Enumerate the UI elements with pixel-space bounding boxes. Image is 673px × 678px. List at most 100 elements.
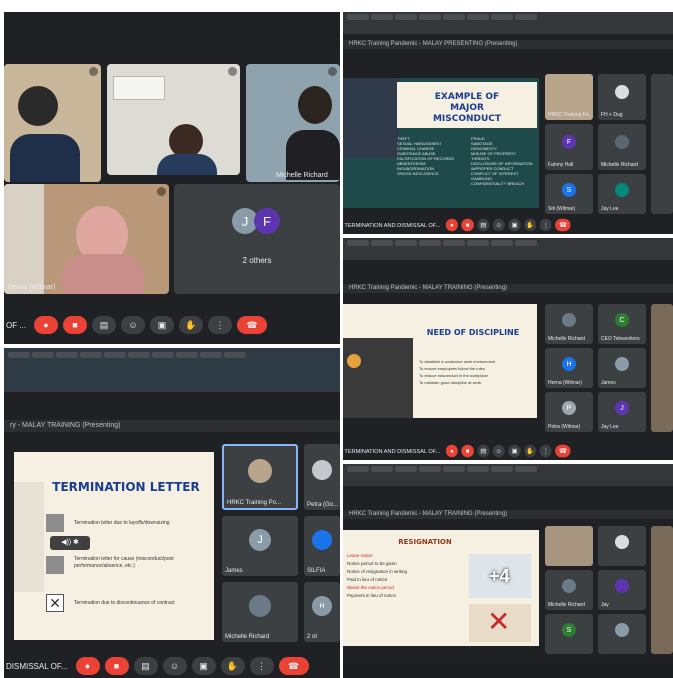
camera-button[interactable]: ■: [63, 316, 87, 334]
participant-tile[interactable]: [598, 614, 646, 654]
mic-off-icon: [228, 67, 237, 76]
right-bullets: FRAUD SABOTAGE DISHONESTY MISUSE OF PROP…: [471, 136, 535, 186]
mic-button[interactable]: ●: [445, 218, 458, 232]
participant-tile[interactable]: F Fahmy Hall: [545, 124, 593, 170]
captions-button[interactable]: ▤: [92, 316, 116, 334]
participant-photo: [169, 124, 203, 158]
slide-title-box: EXAMPLE OF MAJOR MISCONDUCT: [397, 82, 537, 128]
document-icon: [46, 514, 64, 532]
call-controls: TERMINATION AND DISMISSAL OF... ● ■ ▤ ☺ …: [343, 444, 574, 458]
more-options-button[interactable]: ⋮: [208, 316, 232, 334]
present-button[interactable]: ▣: [150, 316, 174, 334]
avatar-f: F: [254, 208, 280, 234]
mic-button[interactable]: ●: [75, 657, 100, 675]
participant-tile[interactable]: Jay: [598, 570, 646, 610]
termination-panel: ry - MALAY TRAINING (Presenting) TERMINA…: [4, 348, 340, 678]
resignation-panel: HRKC Training Pandemic - MALAY TRAINING …: [343, 464, 673, 678]
call-controls: DISMISSAL OF... ● ■ ▤ ☺ ▣ ✋ ⋮ ☎: [4, 656, 340, 676]
emoji-button[interactable]: ☺: [162, 657, 187, 675]
others-tile[interactable]: J F 2 others: [174, 184, 340, 294]
participant-tile[interactable]: Jay Lee: [598, 174, 646, 214]
participant-tile-partial[interactable]: [651, 74, 673, 214]
participant-tile[interactable]: Michelle Richard: [598, 124, 646, 170]
tile-name: HRKC Training Fo...: [548, 112, 593, 118]
participant-tile[interactable]: S Siti (Wilmar): [545, 174, 593, 214]
participant-tile[interactable]: [545, 526, 593, 566]
participant-body: [10, 134, 80, 182]
end-call-button[interactable]: ☎: [555, 444, 571, 458]
volume-overlay-icon[interactable]: ◀)) ✱: [50, 536, 90, 550]
avatar: [249, 595, 271, 617]
more-options-button[interactable]: ⋮: [249, 657, 274, 675]
participant-tile[interactable]: FH + Dug: [598, 74, 646, 120]
air-conditioner: [113, 76, 165, 100]
present-button[interactable]: ▣: [191, 657, 216, 675]
participant-tile[interactable]: HRKC Training Fo...: [545, 74, 593, 120]
present-button[interactable]: ▣: [508, 444, 521, 458]
raise-hand-button[interactable]: ✋: [524, 444, 537, 458]
meeting-name: DISMISSAL OF...: [6, 661, 68, 671]
bullet: Notice of resignation in writing: [347, 569, 408, 574]
raise-hand-button[interactable]: ✋: [220, 657, 245, 675]
slide-bullets: Leave notice Notice period to be given N…: [347, 552, 467, 600]
video-tile-herna[interactable]: Herna (Wilmar): [4, 184, 169, 294]
video-tile-man[interactable]: [107, 64, 240, 175]
participant-tile[interactable]: C CEO Teleworkers: [598, 304, 646, 344]
more-options-button[interactable]: ⋮: [539, 218, 552, 232]
captions-button[interactable]: ▤: [477, 218, 490, 232]
camera-button[interactable]: ■: [461, 218, 474, 232]
tile-name: Jay: [601, 602, 609, 608]
meeting-name: TERMINATION AND DISMISSAL OF...: [344, 447, 441, 455]
participant-tile[interactable]: H Herna (Wilmar): [545, 348, 593, 388]
mic-button[interactable]: ●: [34, 316, 58, 334]
participant-tile[interactable]: James: [598, 348, 646, 388]
end-call-button[interactable]: ☎: [278, 657, 309, 675]
video-tile-michelle[interactable]: Michelle Richard: [246, 64, 340, 182]
participant-tile[interactable]: SILFIA: [304, 516, 340, 576]
participant-tile-partial[interactable]: [651, 304, 673, 432]
mic-button[interactable]: ●: [445, 444, 458, 458]
participant-tile-presenter[interactable]: HRKC Training Po...: [222, 444, 298, 510]
presenting-bar: HRKC Training Pandemic - MALAY TRAINING …: [343, 284, 673, 293]
more-options-button[interactable]: ⋮: [539, 444, 552, 458]
captions-button[interactable]: ▤: [133, 657, 158, 675]
emoji-button[interactable]: ☺: [121, 316, 145, 334]
camera-button[interactable]: ■: [104, 657, 129, 675]
emoji-button[interactable]: ☺: [492, 218, 505, 232]
participant-tile[interactable]: Michelle Richard: [545, 304, 593, 344]
avatar: [312, 530, 332, 550]
participant-hijab: [62, 254, 144, 294]
avatar: J: [249, 529, 271, 551]
participant-tile[interactable]: J Jay Lee: [598, 392, 646, 432]
raise-hand-button[interactable]: ✋: [179, 316, 203, 334]
camera-button[interactable]: ■: [461, 444, 474, 458]
avatar: S: [562, 183, 576, 197]
tile-name: Michelle Richard: [276, 172, 328, 179]
tile-name: Herna (Wilmar): [8, 284, 56, 291]
call-controls: OF ... ● ■ ▤ ☺ ▣ ✋ ⋮ ☎: [4, 314, 340, 336]
captions-button[interactable]: ▤: [477, 444, 490, 458]
participant-tile-partial[interactable]: [651, 526, 673, 654]
emoji-button[interactable]: ☺: [492, 444, 505, 458]
tile-name: Siti (Wilmar): [548, 206, 576, 212]
present-button[interactable]: ▣: [508, 218, 521, 232]
participant-tile[interactable]: Petra (Go...: [304, 444, 340, 510]
avatar: [615, 623, 629, 637]
end-call-button[interactable]: ☎: [555, 218, 571, 232]
participant-tile[interactable]: Michelle Richard: [222, 582, 298, 642]
tile-name: FH + Dug: [601, 112, 623, 118]
end-call-button[interactable]: ☎: [237, 316, 267, 334]
participant-tile[interactable]: Michelle Richard: [545, 570, 593, 610]
tile-name: HRKC Training Po...: [227, 500, 282, 506]
participant-tile[interactable]: J James: [222, 516, 298, 576]
slide-title: NEED OF DISCIPLINE: [426, 328, 520, 337]
avatar: [615, 357, 629, 371]
video-tile-woman[interactable]: [4, 64, 101, 182]
plus-count-badge: +4: [489, 566, 510, 586]
participant-tile[interactable]: S: [545, 614, 593, 654]
participant-tile[interactable]: H 2 ot: [304, 582, 340, 642]
participant-tile[interactable]: P Petra (Wilmar): [545, 392, 593, 432]
raise-hand-button[interactable]: ✋: [524, 218, 537, 232]
tile-name: Michelle Richard: [601, 162, 638, 168]
participant-tile[interactable]: [598, 526, 646, 566]
